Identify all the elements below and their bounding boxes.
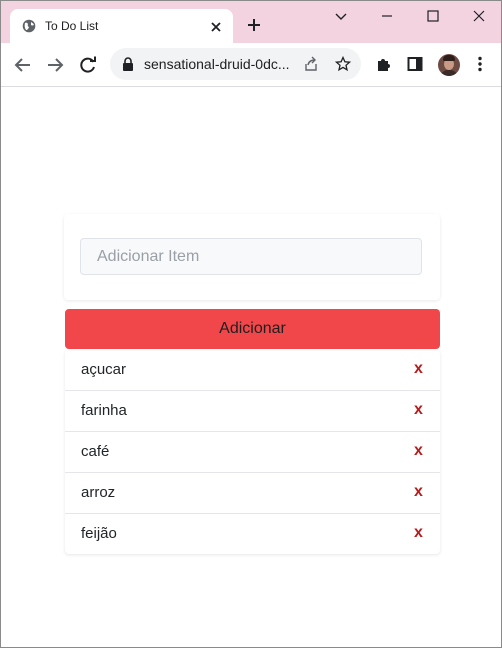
globe-icon xyxy=(22,19,36,38)
browser-window: To Do List sensational-druid-0dc... Adic… xyxy=(0,0,502,648)
item-label: arroz xyxy=(81,484,116,501)
list-item: feijão x xyxy=(65,514,440,554)
item-label: café xyxy=(81,443,110,460)
item-label: feijão xyxy=(81,525,117,542)
todo-list: açucar x farinha x café x arroz x feijão… xyxy=(65,350,440,554)
list-item: farinha x xyxy=(65,391,440,432)
page-content: Adicionar açucar x farinha x café x arro… xyxy=(1,87,501,647)
delete-item-button[interactable]: x xyxy=(414,483,423,501)
delete-item-button[interactable]: x xyxy=(414,401,423,419)
more-menu-icon[interactable] xyxy=(477,56,483,77)
browser-tab[interactable]: To Do List xyxy=(10,9,233,43)
add-item-input[interactable] xyxy=(80,238,422,275)
back-arrow-icon[interactable] xyxy=(14,56,32,79)
bookmark-star-icon[interactable] xyxy=(334,55,352,77)
tab-search-icon[interactable] xyxy=(334,9,348,28)
input-card xyxy=(64,214,440,300)
list-item: arroz x xyxy=(65,473,440,514)
item-label: farinha xyxy=(81,402,127,419)
minimize-icon[interactable] xyxy=(380,9,394,28)
lock-icon[interactable] xyxy=(122,57,134,76)
tab-title: To Do List xyxy=(45,19,99,33)
delete-item-button[interactable]: x xyxy=(414,442,423,460)
side-panel-icon[interactable] xyxy=(407,56,423,77)
list-item: café x xyxy=(65,432,440,473)
share-icon[interactable] xyxy=(303,56,319,77)
tab-strip: To Do List xyxy=(1,1,501,43)
address-bar[interactable]: sensational-druid-0dc... xyxy=(110,48,361,80)
list-item: açucar x xyxy=(65,350,440,391)
add-button[interactable]: Adicionar xyxy=(65,309,440,349)
item-label: açucar xyxy=(81,361,127,378)
reload-icon[interactable] xyxy=(79,56,97,79)
maximize-icon[interactable] xyxy=(426,9,440,28)
window-close-icon[interactable] xyxy=(472,9,486,28)
delete-item-button[interactable]: x xyxy=(414,360,423,378)
browser-toolbar: sensational-druid-0dc... xyxy=(1,43,501,87)
profile-avatar[interactable] xyxy=(438,54,460,76)
new-tab-icon[interactable] xyxy=(247,18,261,37)
extensions-puzzle-icon[interactable] xyxy=(375,56,392,78)
forward-arrow-icon[interactable] xyxy=(46,56,64,79)
delete-item-button[interactable]: x xyxy=(414,524,423,542)
close-tab-icon[interactable] xyxy=(210,20,222,38)
url-text[interactable]: sensational-druid-0dc... xyxy=(144,56,296,72)
